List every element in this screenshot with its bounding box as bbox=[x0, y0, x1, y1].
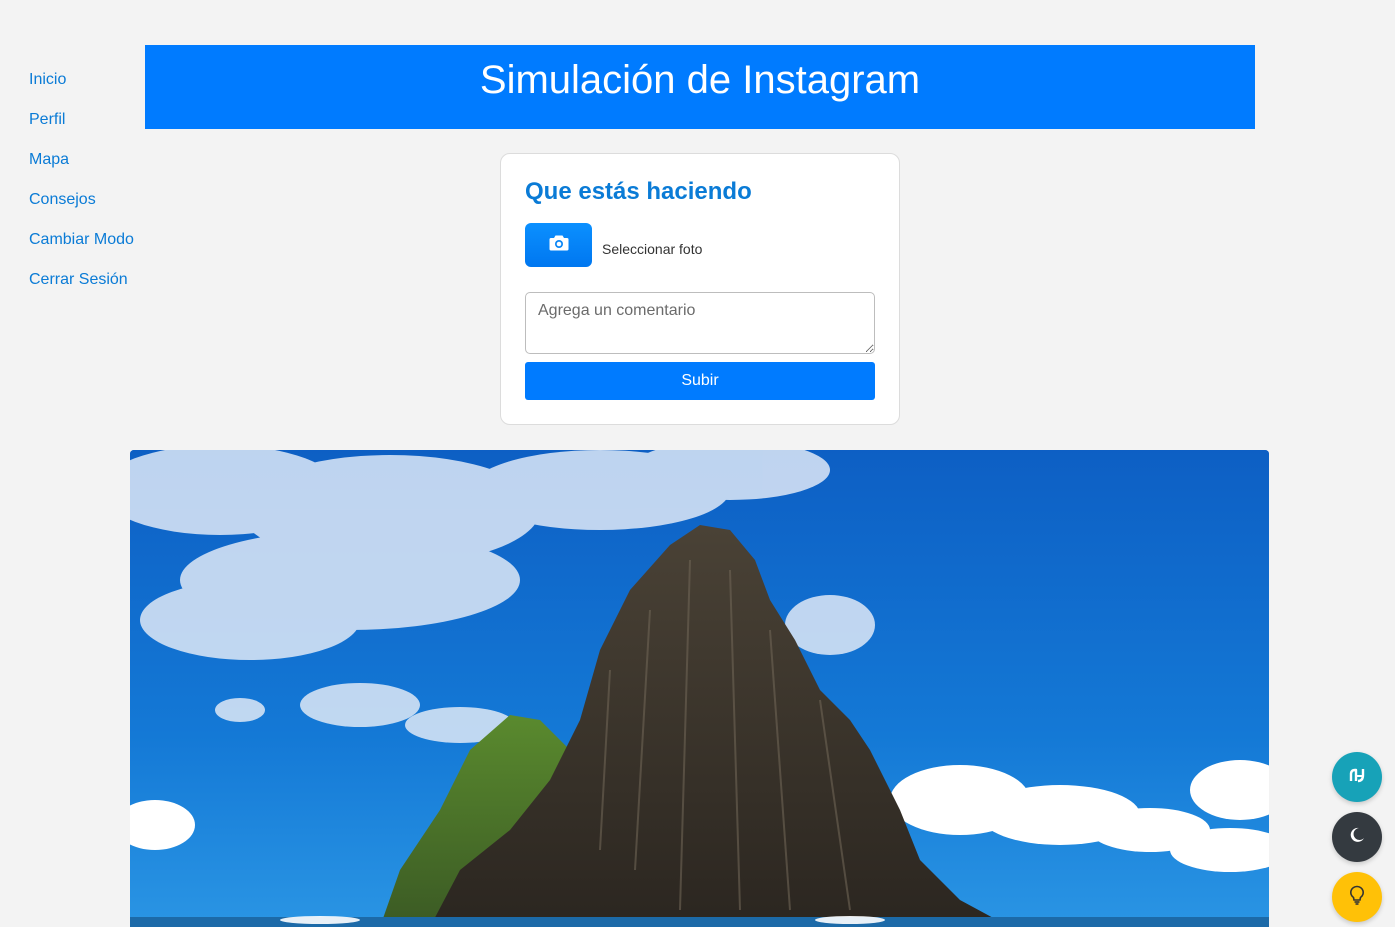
lightbulb-icon bbox=[1349, 885, 1365, 910]
sidebar-item-cerrar-sesion[interactable]: Cerrar Sesión bbox=[29, 270, 134, 310]
comment-input[interactable] bbox=[525, 292, 875, 354]
post-form-heading: Que estás haciendo bbox=[525, 178, 752, 205]
sidebar-item-mapa[interactable]: Mapa bbox=[29, 150, 134, 190]
select-photo-label: Seleccionar foto bbox=[602, 241, 703, 257]
sidebar-item-perfil[interactable]: Perfil bbox=[29, 110, 134, 150]
landscape-photo-icon bbox=[130, 450, 1269, 927]
sidebar-item-consejos[interactable]: Consejos bbox=[29, 190, 134, 230]
select-photo-button[interactable] bbox=[525, 223, 592, 267]
sidebar-nav: Inicio Perfil Mapa Consejos Cambiar Modo… bbox=[29, 70, 134, 310]
photo-select-row: Seleccionar foto bbox=[525, 223, 875, 267]
moon-icon bbox=[1348, 826, 1366, 849]
sidebar-item-inicio[interactable]: Inicio bbox=[29, 70, 134, 110]
dark-mode-button[interactable] bbox=[1332, 812, 1382, 862]
translate-icon bbox=[1347, 765, 1367, 790]
camera-icon bbox=[549, 234, 569, 256]
page-title: Simulación de Instagram bbox=[479, 58, 921, 102]
page: Inicio Perfil Mapa Consejos Cambiar Modo… bbox=[0, 0, 1395, 927]
sidebar-item-cambiar-modo[interactable]: Cambiar Modo bbox=[29, 230, 134, 270]
feed-photo bbox=[130, 450, 1269, 927]
post-form-card: Que estás haciendo Seleccionar foto Subi… bbox=[500, 153, 900, 425]
submit-button[interactable]: Subir bbox=[525, 362, 875, 400]
light-mode-button[interactable] bbox=[1332, 872, 1382, 922]
header-banner: Simulación de Instagram bbox=[145, 45, 1255, 129]
translate-button[interactable] bbox=[1332, 752, 1382, 802]
